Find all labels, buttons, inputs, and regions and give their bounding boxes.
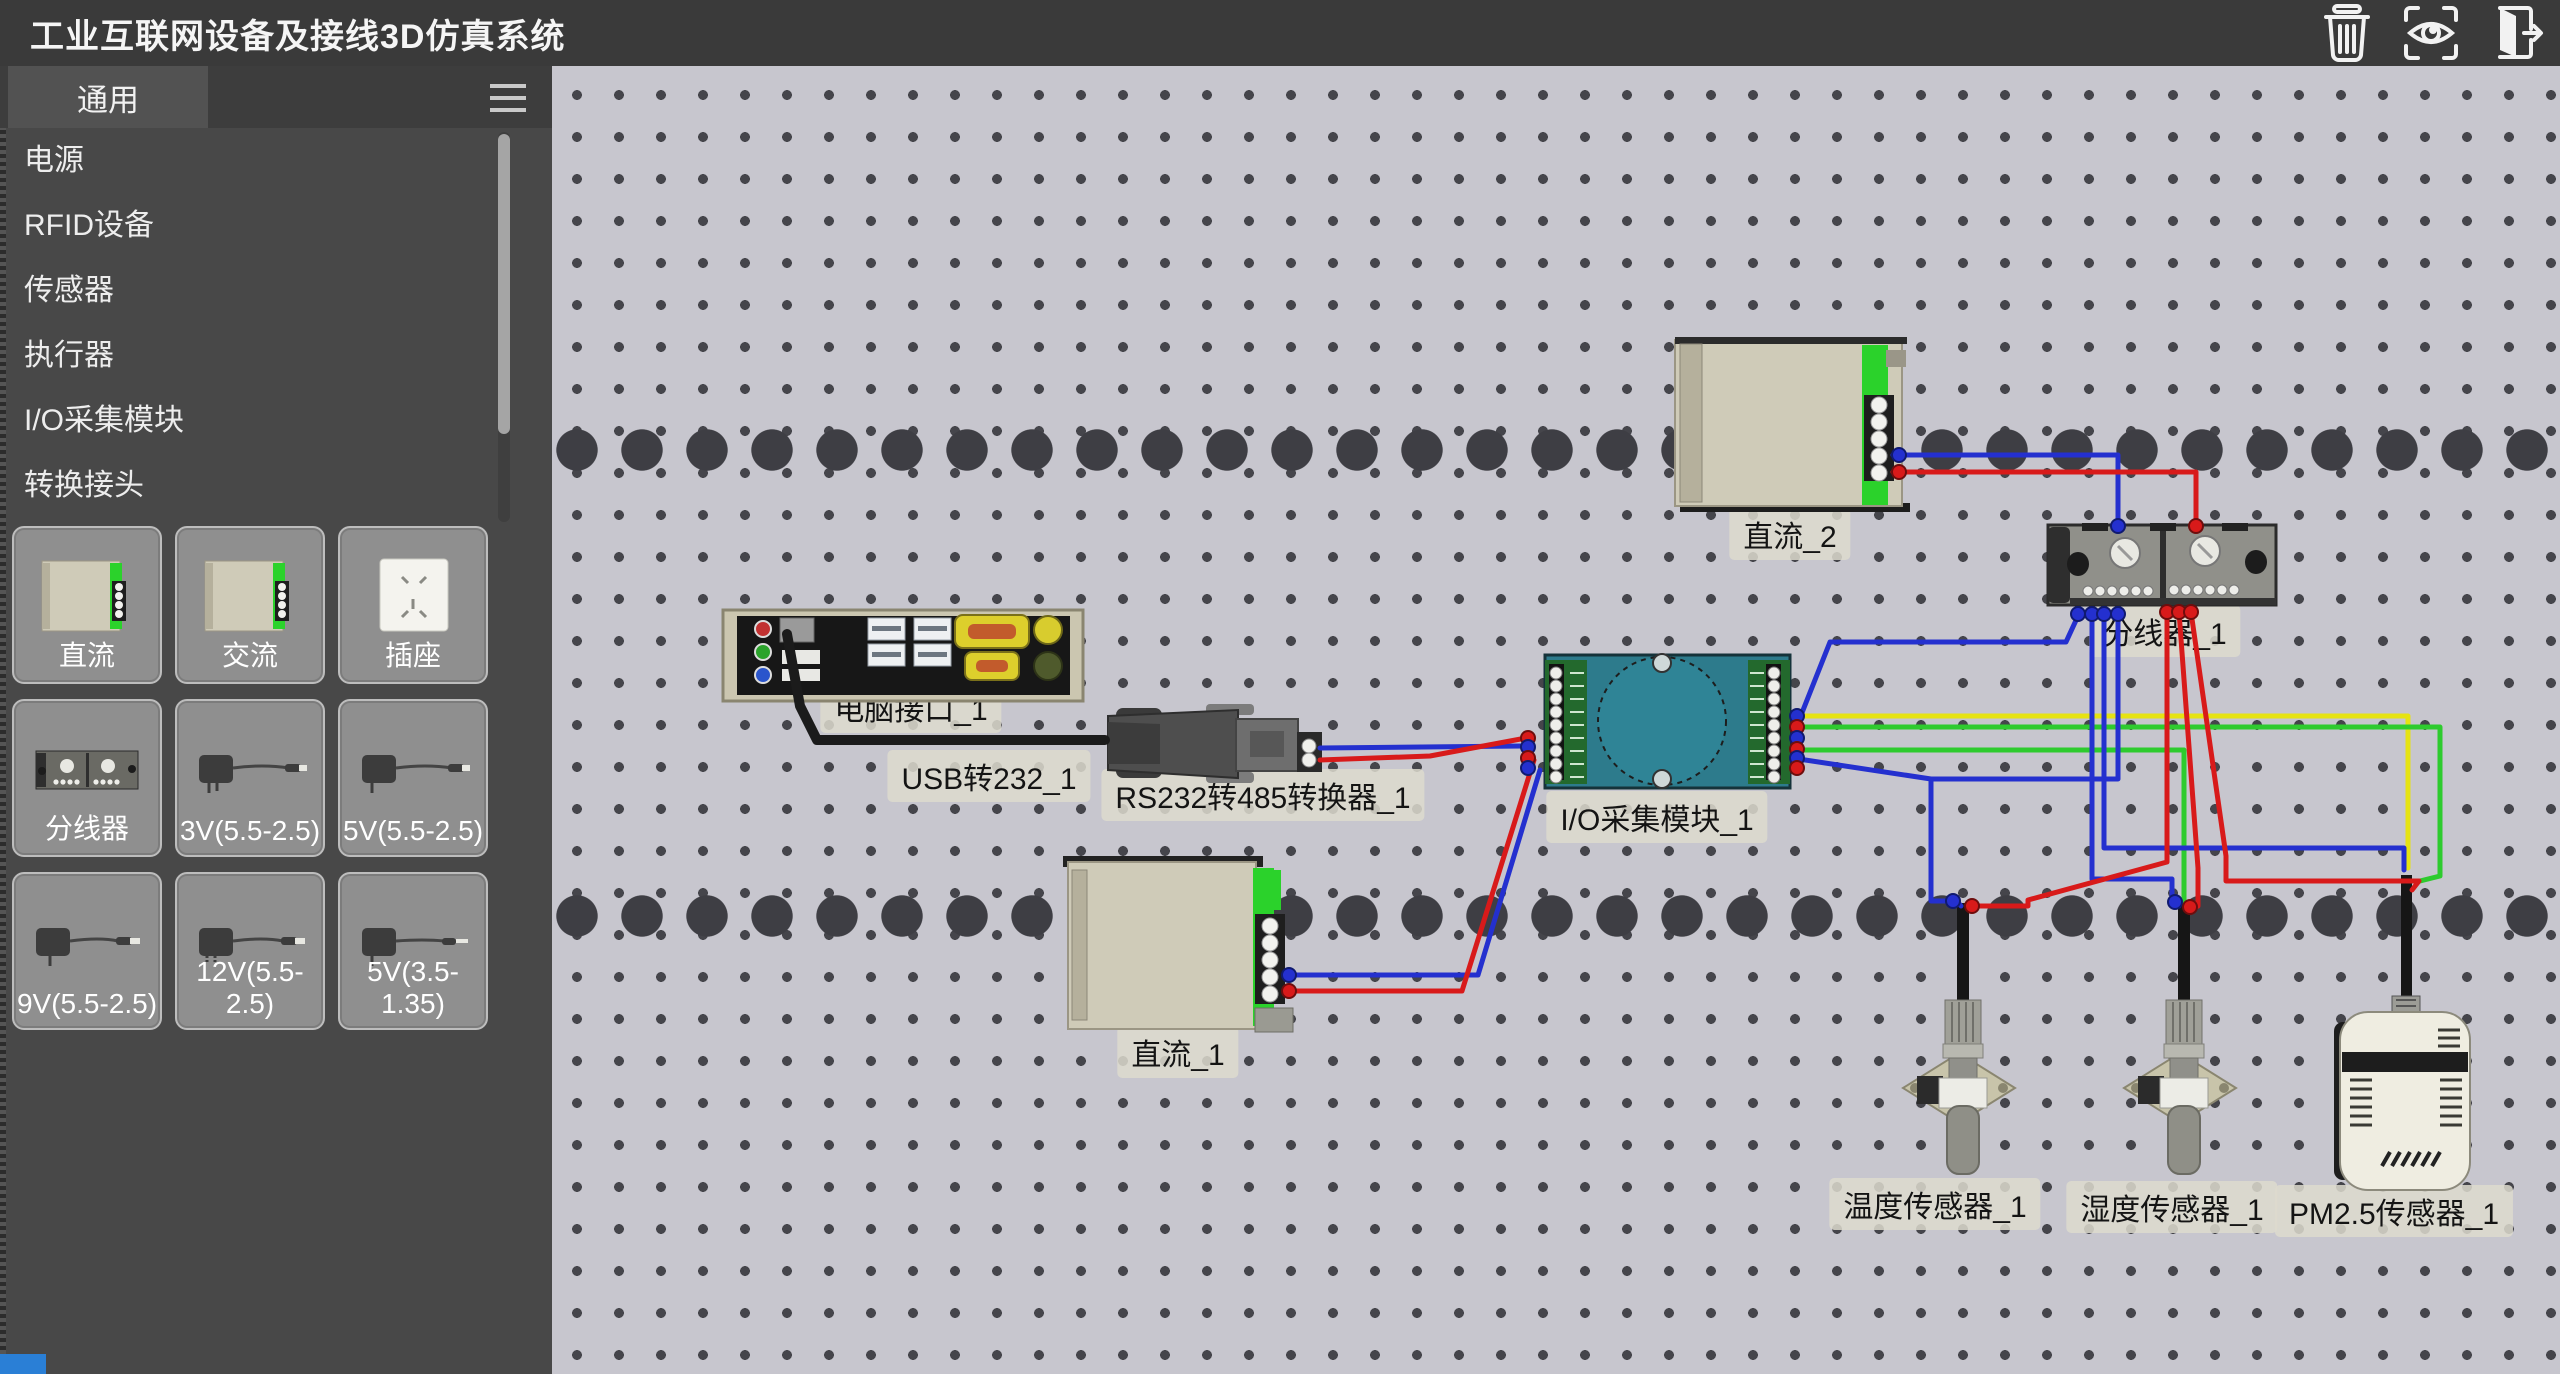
palette-card-socket[interactable]: 插座 xyxy=(338,526,488,684)
palette-card-label: 交流 xyxy=(177,634,323,674)
ac-module-icon xyxy=(195,555,305,637)
palette-card-label: 分线器 xyxy=(14,807,160,847)
tab-general[interactable]: 通用 xyxy=(8,66,208,128)
title-bar: 工业互联网设备及接线3D仿真系统 xyxy=(0,0,2560,66)
category-menu: 电源 RFID设备 传感器 执行器 I/O采集模块 转换接头 xyxy=(0,128,552,518)
palette-card-5v-135[interactable]: 5V(3.5-1.35) xyxy=(338,872,488,1030)
wire-blue-io-splitter[interactable] xyxy=(1792,616,2078,738)
tab-strip: 通用 xyxy=(0,66,552,128)
device-palette: 直流 交流 插座 xyxy=(12,526,488,1030)
palette-card-9v[interactable]: 9V(5.5-2.5) xyxy=(12,872,162,1030)
palette-card-label: 5V(3.5-1.35) xyxy=(340,956,486,1020)
sidebar-item-io-module[interactable]: I/O采集模块 xyxy=(0,388,552,453)
palette-card-splitter[interactable]: 分线器 xyxy=(12,699,162,857)
sidebar: 通用 电源 RFID设备 传感器 执行器 I/O采集模块 转换接头 直流 xyxy=(0,66,552,1374)
palette-card-5v[interactable]: 5V(5.5-2.5) xyxy=(338,699,488,857)
palette-card-dc[interactable]: 直流 xyxy=(12,526,162,684)
app-title: 工业互联网设备及接线3D仿真系统 xyxy=(30,9,565,58)
wire-red-dc2-splitter[interactable] xyxy=(1893,472,2196,528)
wire-red-dc1-io[interactable] xyxy=(1284,760,1534,991)
wire-blue-dc2-splitter[interactable] xyxy=(1893,455,2118,528)
device-io-module[interactable] xyxy=(1545,654,1790,788)
trash-icon[interactable] xyxy=(2318,4,2376,62)
sidebar-item-rfid[interactable]: RFID设备 xyxy=(0,193,552,258)
device-temperature-sensor[interactable] xyxy=(1903,903,2015,1174)
palette-card-label: 12V(5.5-2.5) xyxy=(177,956,323,1020)
exit-icon[interactable] xyxy=(2486,4,2544,62)
device-splitter[interactable] xyxy=(2048,523,2276,605)
power-adapter-icon xyxy=(185,729,315,809)
sidebar-item-actuator[interactable]: 执行器 xyxy=(0,323,552,388)
sidebar-item-adapter[interactable]: 转换接头 xyxy=(0,453,552,518)
palette-card-label: 5V(5.5-2.5) xyxy=(340,815,486,847)
power-adapter-icon xyxy=(348,729,478,809)
palette-card-12v[interactable]: 12V(5.5-2.5) xyxy=(175,872,325,1030)
device-pc-interface[interactable] xyxy=(723,610,1083,701)
splitter-icon xyxy=(22,729,152,809)
menu-icon[interactable] xyxy=(490,84,526,112)
palette-card-label: 9V(5.5-2.5) xyxy=(14,988,160,1020)
palette-card-label: 插座 xyxy=(340,634,486,674)
sidebar-item-power[interactable]: 电源 xyxy=(0,128,552,193)
device-dc-supply-2[interactable] xyxy=(1675,337,1910,512)
dc-module-icon xyxy=(32,555,142,637)
wire-red-splitter-temp[interactable] xyxy=(1968,612,2167,906)
palette-card-3v[interactable]: 3V(5.5-2.5) xyxy=(175,699,325,857)
power-adapter-icon xyxy=(22,902,152,982)
wire-blue-splitter-pm[interactable] xyxy=(2104,614,2404,870)
sidebar-item-sensor[interactable]: 传感器 xyxy=(0,258,552,323)
socket-icon xyxy=(358,555,468,637)
status-chip xyxy=(0,1354,46,1374)
palette-card-label: 直流 xyxy=(14,634,160,674)
wire-yellow[interactable] xyxy=(1792,716,2408,868)
device-rs232-485-converter[interactable] xyxy=(1108,704,1322,783)
device-dc-supply-1[interactable] xyxy=(1063,856,1293,1032)
serial-ports xyxy=(955,615,1029,680)
device-pm25-sensor[interactable] xyxy=(2334,875,2470,1190)
device-humidity-sensor[interactable] xyxy=(2124,903,2236,1174)
scrollbar-thumb[interactable] xyxy=(498,134,510,434)
view-icon[interactable] xyxy=(2402,4,2460,62)
palette-card-label: 3V(5.5-2.5) xyxy=(177,815,323,847)
palette-card-ac[interactable]: 交流 xyxy=(175,526,325,684)
wire-blue-dc1-io[interactable] xyxy=(1284,770,1540,975)
